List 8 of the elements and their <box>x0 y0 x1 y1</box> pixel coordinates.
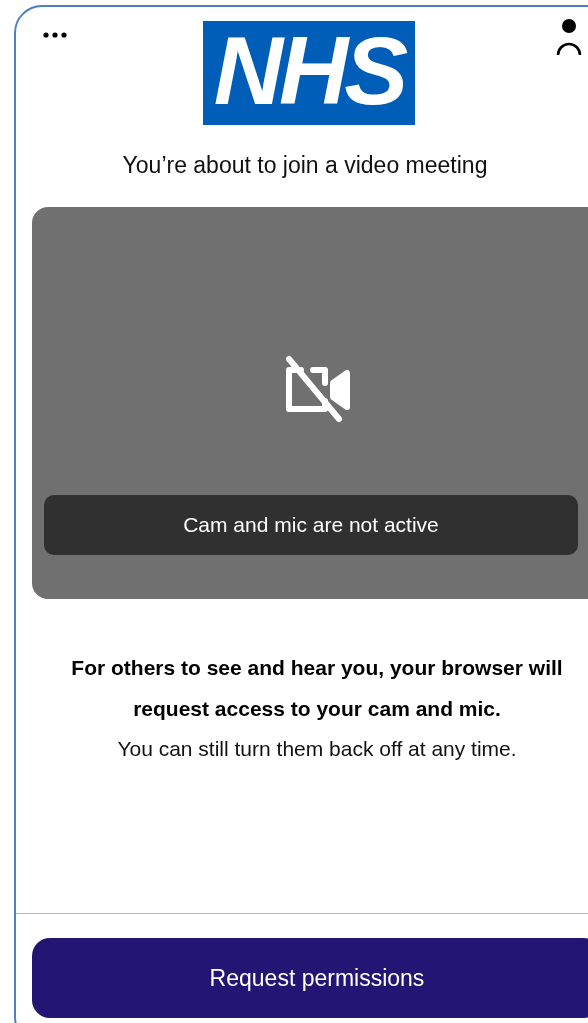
notice-text: For others to see and hear you, your browser will request access to your cam and mic. <box>70 655 564 722</box>
request-permissions-button[interactable]: Request permissions <box>32 938 588 1018</box>
logo: NHS <box>203 21 415 125</box>
status-caption: Cam and mic are not active <box>44 495 578 555</box>
notice-subtext: You can still turn them back off at any time. <box>116 736 518 762</box>
page-title: You’re about to join a video meeting <box>121 152 489 179</box>
profile-icon[interactable] <box>556 18 582 56</box>
more-icon[interactable] <box>43 32 67 38</box>
